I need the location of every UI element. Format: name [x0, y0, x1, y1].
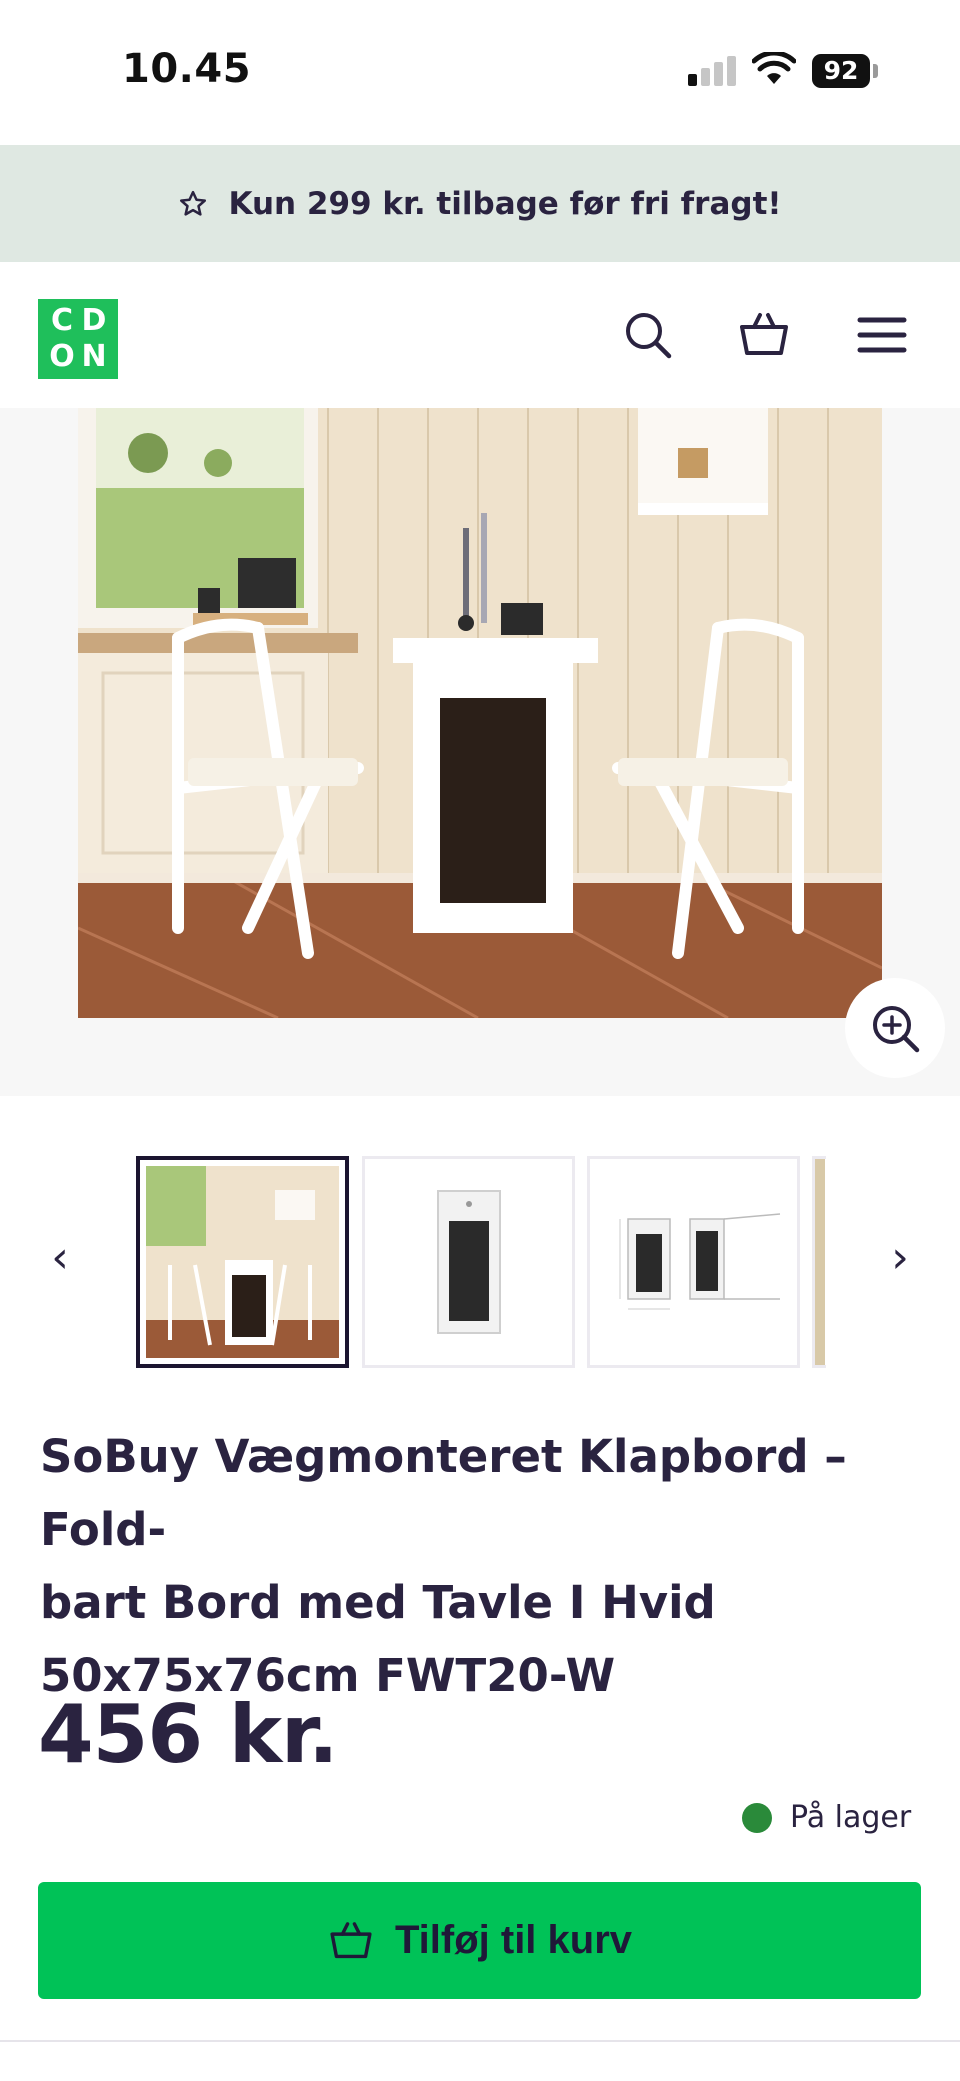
site-header: C D O N [0, 262, 960, 408]
zoom-in-icon [873, 1006, 920, 1053]
wifi-icon [752, 52, 796, 84]
menu-icon[interactable] [854, 307, 910, 363]
cellular-signal-icon [688, 56, 738, 86]
star-outline-icon [180, 190, 207, 216]
logo-letter: N [81, 339, 107, 374]
thumbnail-2[interactable] [362, 1156, 575, 1368]
battery-tip [873, 64, 878, 78]
logo-letter: C [50, 303, 74, 338]
chevron-left-icon[interactable]: ‹ [40, 1232, 80, 1283]
thumbnail-3[interactable] [587, 1156, 800, 1368]
zoom-button[interactable] [845, 978, 945, 1078]
basket-icon[interactable] [736, 307, 792, 363]
product-title-line: SoBuy Vægmonteret Klapbord – Fold- [40, 1430, 847, 1556]
status-time: 10.45 [122, 46, 252, 92]
product-title-line: bart Bord med Tavle I Hvid [40, 1576, 716, 1629]
stock-text: På lager [790, 1800, 912, 1835]
free-shipping-banner: Kun 299 kr. tilbage før fri fragt! [0, 145, 960, 262]
search-icon[interactable] [620, 307, 676, 363]
logo-letter: O [49, 339, 75, 374]
thumbnail-4[interactable] [812, 1156, 826, 1368]
basket-icon [330, 1921, 372, 1958]
battery-indicator: 92 [812, 54, 870, 88]
product-title: SoBuy Vægmonteret Klapbord – Fold- bart … [40, 1420, 930, 1712]
product-image-gallery [0, 408, 960, 1096]
logo-letter: D [81, 303, 107, 338]
add-to-cart-button[interactable]: Tilføj til kurv [38, 1882, 921, 1999]
add-to-cart-label: Tilføj til kurv [394, 1918, 633, 1962]
thumbnail-1[interactable] [136, 1156, 349, 1368]
cdon-logo[interactable]: C D O N [38, 299, 118, 379]
stock-status: På lager [742, 1800, 911, 1835]
in-stock-dot-icon [742, 1802, 772, 1833]
divider [0, 2040, 960, 2042]
status-bar: 10.45 92 [0, 0, 960, 145]
product-price: 456 kr. [38, 1688, 338, 1781]
product-main-image[interactable] [78, 408, 882, 1018]
chevron-right-icon[interactable]: › [880, 1232, 920, 1283]
promo-text: Kun 299 kr. tilbage før fri fragt! [228, 185, 782, 222]
thumbnail-carousel: ‹ › [0, 1152, 960, 1372]
